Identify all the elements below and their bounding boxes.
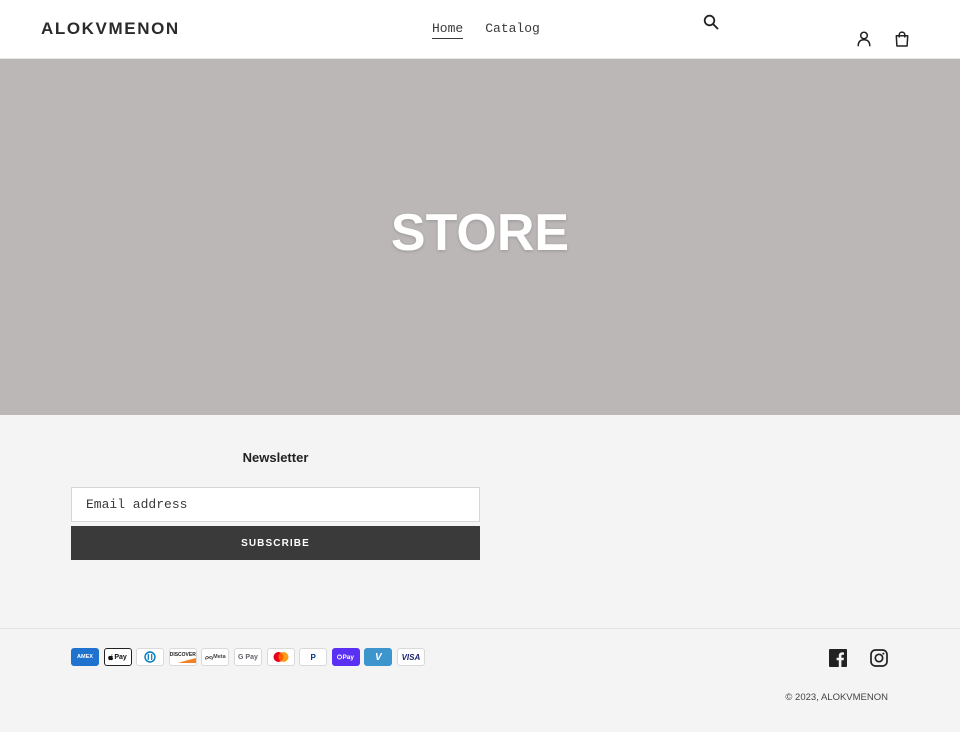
meta-pay-label: Meta bbox=[213, 654, 226, 660]
venmo-label: V bbox=[375, 651, 382, 663]
copyright: © 2023, ALOKVMENON bbox=[785, 692, 888, 703]
search-icon bbox=[703, 14, 719, 30]
apple-pay-label: Pay bbox=[114, 653, 127, 661]
site-logo[interactable]: ALOKVMENON bbox=[41, 19, 180, 39]
google-pay-label: G Pay bbox=[238, 653, 258, 661]
paypal-label: P bbox=[310, 652, 316, 662]
shop-pay-icon: Pay bbox=[331, 648, 360, 666]
instagram-link[interactable] bbox=[869, 648, 889, 668]
nav-link-catalog[interactable]: Catalog bbox=[485, 20, 540, 39]
discover-swoosh-icon bbox=[177, 657, 196, 663]
meta-logo-icon bbox=[205, 655, 214, 660]
email-field[interactable] bbox=[71, 487, 480, 522]
amex-icon: AMEX bbox=[71, 648, 99, 666]
cart-icon bbox=[895, 31, 909, 47]
hero-banner: STORE bbox=[0, 59, 960, 415]
instagram-icon bbox=[870, 649, 888, 667]
venmo-icon: V bbox=[364, 648, 393, 666]
search-button[interactable] bbox=[700, 11, 722, 33]
facebook-link[interactable] bbox=[828, 648, 848, 668]
google-pay-icon: G Pay bbox=[233, 648, 262, 666]
copyright-prefix: © 2023, bbox=[785, 692, 821, 703]
payment-icons: AMEX Pay DISCOVER Meta G Pay P Pay V VIS… bbox=[71, 648, 425, 666]
newsletter-heading: Newsletter bbox=[242, 450, 309, 465]
mastercard-logo-icon bbox=[273, 652, 289, 662]
site-header: ALOKVMENON Home Catalog bbox=[0, 0, 960, 59]
paypal-icon: P bbox=[299, 648, 328, 666]
mastercard-icon bbox=[266, 648, 295, 666]
main-nav: Home Catalog bbox=[432, 20, 540, 39]
amex-label: AMEX bbox=[77, 654, 93, 660]
apple-pay-icon: Pay bbox=[103, 648, 132, 666]
account-button[interactable] bbox=[853, 28, 875, 50]
cart-button[interactable] bbox=[891, 28, 913, 50]
meta-pay-icon: Meta bbox=[201, 648, 230, 666]
nav-link-home[interactable]: Home bbox=[432, 20, 464, 39]
site-footer: Newsletter SUBSCRIBE AMEX Pay DISCOVER M… bbox=[0, 415, 960, 732]
discover-icon: DISCOVER bbox=[168, 648, 197, 666]
hero-title: STORE bbox=[390, 204, 570, 262]
diners-club-icon bbox=[136, 648, 165, 666]
copyright-brand-link[interactable]: ALOKVMENON bbox=[821, 692, 888, 703]
diners-logo-icon bbox=[144, 651, 156, 663]
account-icon bbox=[857, 31, 871, 47]
facebook-icon bbox=[829, 649, 847, 667]
subscribe-button[interactable]: SUBSCRIBE bbox=[71, 526, 480, 560]
footer-divider bbox=[0, 628, 960, 629]
visa-icon: VISA bbox=[396, 648, 425, 666]
shop-pay-label: Pay bbox=[342, 653, 355, 661]
visa-label: VISA bbox=[401, 652, 421, 662]
